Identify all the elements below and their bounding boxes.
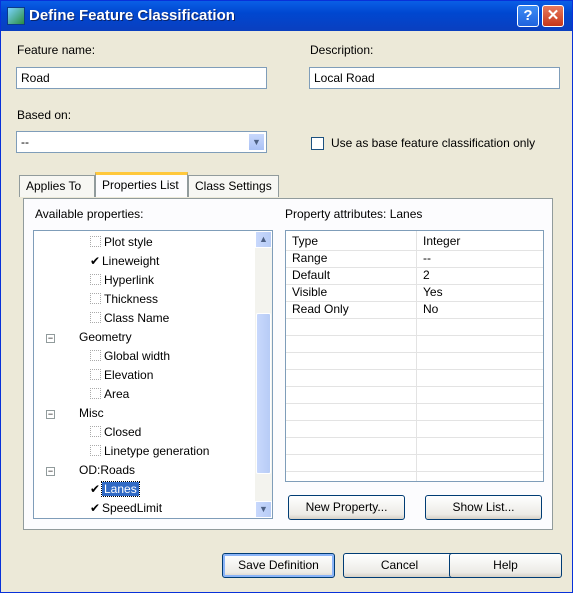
cancel-button[interactable]: Cancel <box>343 553 456 578</box>
grid-cell-value[interactable]: No <box>419 301 438 318</box>
based-on-select[interactable]: -- ▼ <box>16 131 267 153</box>
grid-cell-value[interactable]: Integer <box>419 233 460 250</box>
grid-cell-name: Read Only <box>292 302 349 316</box>
tree-item[interactable]: Class Name <box>90 309 169 327</box>
checkmark-icon[interactable]: ✔ <box>90 252 100 270</box>
tree-item[interactable]: ✔ SpeedLimit <box>90 499 162 517</box>
based-on-value: -- <box>21 135 29 149</box>
description-field[interactable]: Local Road <box>309 67 560 89</box>
show-list-button[interactable]: Show List... <box>425 495 542 520</box>
grid-row[interactable]: Read Only No <box>286 301 543 319</box>
grid-cell-name: Type <box>292 234 319 248</box>
collapse-icon[interactable]: − <box>46 467 55 476</box>
tree-item[interactable]: Plot style <box>90 233 153 251</box>
checkmark-icon[interactable]: ✔ <box>90 499 100 517</box>
tree-item[interactable]: Linetype generation <box>90 442 209 460</box>
grid-row <box>286 403 543 421</box>
checkbox-icon[interactable] <box>90 388 101 399</box>
available-properties-label: Available properties: <box>35 207 144 221</box>
checkbox-icon[interactable] <box>90 312 101 323</box>
tree-item[interactable]: ✔ Lineweight <box>90 252 159 270</box>
tree-item-selected[interactable]: ✔ Lanes <box>90 480 140 498</box>
app-icon <box>7 7 25 25</box>
grid-row <box>286 335 543 353</box>
title-bar[interactable]: Define Feature Classification ? ✕ <box>1 1 572 31</box>
help-button[interactable]: Help <box>449 553 562 578</box>
scroll-thumb[interactable] <box>256 313 271 474</box>
save-definition-button[interactable]: Save Definition <box>222 553 335 578</box>
new-property-button[interactable]: New Property... <box>288 495 405 520</box>
checkbox-icon[interactable] <box>90 426 101 437</box>
collapse-icon[interactable]: − <box>46 334 55 343</box>
tree-item[interactable]: Global width <box>90 347 170 365</box>
grid-cell-value[interactable]: -- <box>419 250 431 267</box>
properties-tree[interactable]: Plot style ✔ Lineweight Hyperlink Thickne… <box>33 230 273 519</box>
base-only-checkbox[interactable] <box>311 137 324 150</box>
grid-cell-value[interactable]: 2 <box>419 267 430 284</box>
tab-applies-to[interactable]: Applies To <box>19 175 95 197</box>
grid-row[interactable]: Range -- <box>286 250 543 268</box>
grid-row <box>286 454 543 472</box>
checkbox-icon[interactable] <box>90 369 101 380</box>
checkbox-icon[interactable] <box>90 293 101 304</box>
based-on-label: Based on: <box>17 108 72 122</box>
grid-cell-name: Default <box>292 268 331 282</box>
checkbox-icon[interactable] <box>90 274 101 285</box>
tree-item[interactable]: Elevation <box>90 366 153 384</box>
collapse-icon[interactable]: − <box>46 410 55 419</box>
grid-row <box>286 352 543 370</box>
tree-scrollbar[interactable]: ▲ ▼ <box>255 231 272 518</box>
attributes-grid[interactable]: Type Integer Range -- Default 2 Visible … <box>285 230 544 482</box>
checkbox-icon[interactable] <box>90 445 101 456</box>
tab-properties-list[interactable]: Properties List <box>95 172 188 197</box>
tree-item[interactable]: Closed <box>90 423 141 441</box>
feature-name-field[interactable]: Road <box>16 67 267 89</box>
description-label: Description: <box>310 43 374 57</box>
window-title: Define Feature Classification <box>29 7 235 24</box>
chevron-down-icon[interactable]: ▼ <box>248 133 265 151</box>
grid-row <box>286 437 543 455</box>
base-only-label: Use as base feature classification only <box>331 136 536 150</box>
tree-group[interactable]: Geometry <box>79 328 132 346</box>
close-button[interactable]: ✕ <box>542 5 564 27</box>
grid-cell-name: Visible <box>292 285 328 299</box>
grid-cell-value[interactable]: Yes <box>419 284 443 301</box>
tree-item[interactable]: Area <box>90 385 129 403</box>
grid-cell-name: Range <box>292 251 328 265</box>
scroll-down-icon[interactable]: ▼ <box>255 501 272 518</box>
checkbox-icon[interactable] <box>90 350 101 361</box>
grid-row[interactable]: Type Integer <box>286 233 543 251</box>
grid-row <box>286 386 543 404</box>
tree-item[interactable]: Hyperlink <box>90 271 154 289</box>
checkbox-icon[interactable] <box>90 236 101 247</box>
property-attributes-label: Property attributes: Lanes <box>285 207 423 221</box>
grid-row[interactable]: Default 2 <box>286 267 543 285</box>
grid-row <box>286 420 543 438</box>
help-title-button[interactable]: ? <box>517 5 539 27</box>
scroll-up-icon[interactable]: ▲ <box>255 231 272 248</box>
checkmark-icon[interactable]: ✔ <box>90 480 100 498</box>
grid-row <box>286 318 543 336</box>
grid-row[interactable]: Visible Yes <box>286 284 543 302</box>
tree-group[interactable]: Misc <box>79 404 104 422</box>
tree-group[interactable]: OD:Roads <box>79 461 135 479</box>
tree-item[interactable]: Thickness <box>90 290 158 308</box>
tab-class-settings[interactable]: Class Settings <box>188 175 279 197</box>
dialog-window: Define Feature Classification ? ✕ Featur… <box>0 0 573 593</box>
feature-name-label: Feature name: <box>17 43 96 57</box>
grid-row <box>286 369 543 387</box>
